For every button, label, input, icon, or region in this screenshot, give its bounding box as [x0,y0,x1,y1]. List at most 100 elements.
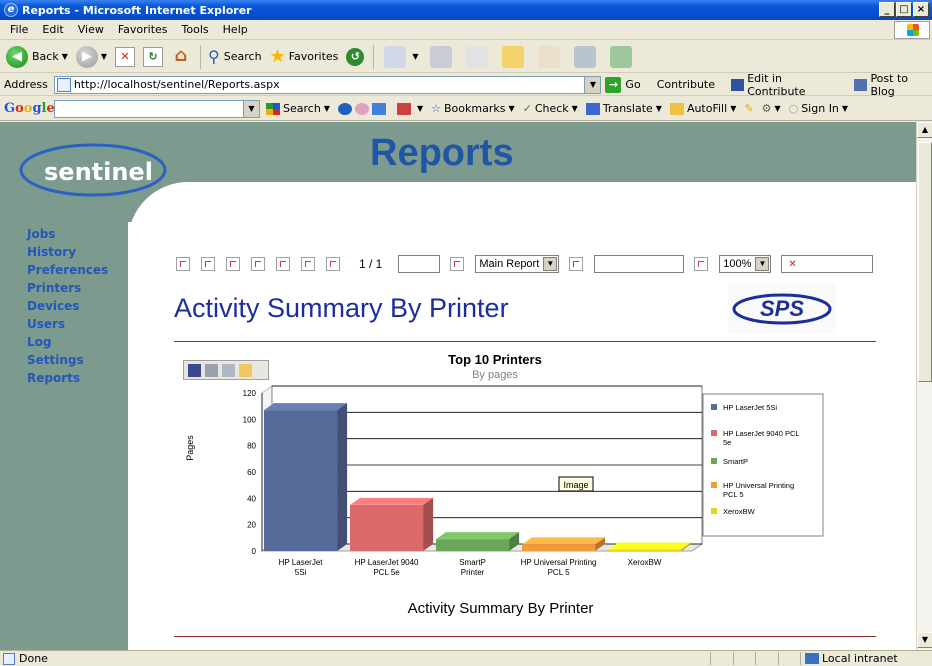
google-signin-button[interactable]: ○ Sign In ▼ [789,102,848,115]
vertical-scrollbar[interactable]: ▲ ▼ [916,122,932,650]
chevron-down-icon: ▼ [543,257,558,271]
chart-title: Top 10 Printers [448,352,542,367]
go-button[interactable]: → Go [605,76,641,93]
sidebar-item-jobs[interactable]: Jobs [27,225,108,243]
signin-label: Sign In [801,102,839,115]
sidebar-item-reports[interactable]: Reports [27,369,108,387]
chart-x-tick-label: SmartP Printer [459,558,486,577]
select-report-button[interactable] [569,257,584,271]
menu-tools[interactable]: Tools [175,23,216,36]
news-icon [396,102,411,115]
sidebar-item-printers[interactable]: Printers [27,279,108,297]
back-button[interactable]: ◀ Back ▼ [3,44,71,70]
google-logo: Google [4,101,55,116]
sidebar-item-log[interactable]: Log [27,333,108,351]
goto-page-button[interactable] [450,257,465,271]
bookmarks-label: Bookmarks [443,102,506,115]
edit-button[interactable] [460,44,494,70]
next-page-button[interactable] [301,257,315,271]
contribute-link[interactable]: Contribute [657,78,715,91]
chart-legend-label: HP LaserJet 5Si [723,403,777,412]
chart-x-tick-label-line: 5Si [295,568,307,577]
google-bookmarks-button[interactable]: ☆ Bookmarks ▼ [431,102,515,115]
sidebar-item-devices[interactable]: Devices [27,297,108,315]
chart-x-tick-label-line: SmartP [459,558,486,567]
scroll-down-icon[interactable]: ▼ [917,632,932,648]
mail-icon [384,45,407,68]
google-search-input[interactable] [54,99,244,118]
google-highlight-button[interactable]: ✎ [744,102,753,115]
home-icon: ⌂ [174,44,188,66]
menu-view[interactable]: View [71,23,111,36]
post-to-blog-label: Post to Blog [870,71,908,98]
scroll-up-icon[interactable]: ▲ [917,122,932,138]
first-page-button[interactable] [251,257,265,271]
sidebar-item-preferences[interactable]: Preferences [27,261,108,279]
stop-button[interactable]: ✕ [112,44,138,70]
address-bar: Address http://localhost/sentinel/Report… [0,72,932,98]
print-report-button[interactable] [201,257,215,271]
refresh-button[interactable]: ↻ [140,44,166,70]
google-extras[interactable] [337,102,389,115]
research-icon [537,45,560,68]
home-button[interactable]: ⌂ [168,44,194,70]
forward-arrow-icon: ▶ [75,45,98,68]
find-button[interactable] [694,257,709,271]
toggle-tree-button[interactable] [226,257,240,271]
menu-help[interactable]: Help [216,23,255,36]
google-settings-button[interactable]: ⚙ ▼ [762,102,781,115]
mail-button[interactable]: ▼ [378,44,421,70]
close-button[interactable]: × [913,2,929,17]
chevron-down-icon: ▼ [755,257,770,271]
export-button[interactable] [176,257,190,271]
google-autofill-button[interactable]: AutoFill ▼ [669,102,736,115]
chart-y-axis-label: Pages [185,435,195,461]
post-to-blog-link[interactable]: Post to Blog [854,72,932,98]
sidebar-item-settings[interactable]: Settings [27,351,108,369]
chart-subtitle: By pages [472,369,518,381]
page-title: Reports [370,132,514,174]
sidebar-item-users[interactable]: Users [27,315,108,333]
folder-button[interactable] [496,44,530,70]
menu-file[interactable]: File [3,23,35,36]
history-button[interactable]: ↺ [343,44,367,70]
chart-y-tick-label: 60 [247,468,256,477]
ie-icon: e [4,3,18,17]
chart-bar [522,537,606,551]
maximize-button[interactable]: □ [896,2,912,17]
chart-legend-label-line: HP Universal Printing [723,481,794,490]
print-button[interactable] [424,44,458,70]
page-icon [3,652,15,665]
goto-page-input[interactable] [398,255,441,273]
chart-x-tick-label-line: PCL 5e [373,568,400,577]
edit-in-contribute-link[interactable]: Edit in Contribute [731,72,838,98]
research-button[interactable] [532,44,566,70]
google-news-button[interactable]: ▼ [396,102,423,115]
google-search-button[interactable]: Search ▼ [266,102,330,115]
minimize-button[interactable]: _ [879,2,895,17]
tools-button[interactable] [568,44,602,70]
zoom-select[interactable]: 100% ▼ [719,255,772,273]
forward-button[interactable]: ▶ ▼ [73,44,110,70]
google-check-button[interactable]: ✓ Check ▼ [523,102,578,115]
scrollbar-thumb[interactable] [918,142,932,382]
edit-icon [465,45,488,68]
menu-edit[interactable]: Edit [35,23,70,36]
google-toolbar: Google ▼ Search ▼ ▼ ☆ Bookmarks ▼ ✓ Check ▼ T… [0,97,932,121]
chart-legend-label-line: HP LaserJet 9040 PCL [723,429,800,438]
chart-bar-side [337,403,348,551]
messenger-icon [609,45,632,68]
favorites-button[interactable]: ★ Favorites [267,44,342,70]
google-translate-button[interactable]: Translate ▼ [585,102,662,115]
sidebar-item-history[interactable]: History [27,243,108,261]
prev-page-button[interactable] [276,257,290,271]
menu-favorites[interactable]: Favorites [111,23,175,36]
messenger-button[interactable] [604,44,638,70]
last-page-button[interactable] [326,257,340,271]
find-text-input[interactable] [594,255,685,273]
chevron-down-icon[interactable]: ▼ [584,76,601,93]
search-button[interactable]: ⚲ Search [205,44,265,70]
chevron-down-icon[interactable]: ▼ [244,99,260,118]
report-select[interactable]: Main Report ▼ [475,255,560,273]
address-input[interactable]: http://localhost/sentinel/Reports.aspx ▼ [53,75,602,94]
